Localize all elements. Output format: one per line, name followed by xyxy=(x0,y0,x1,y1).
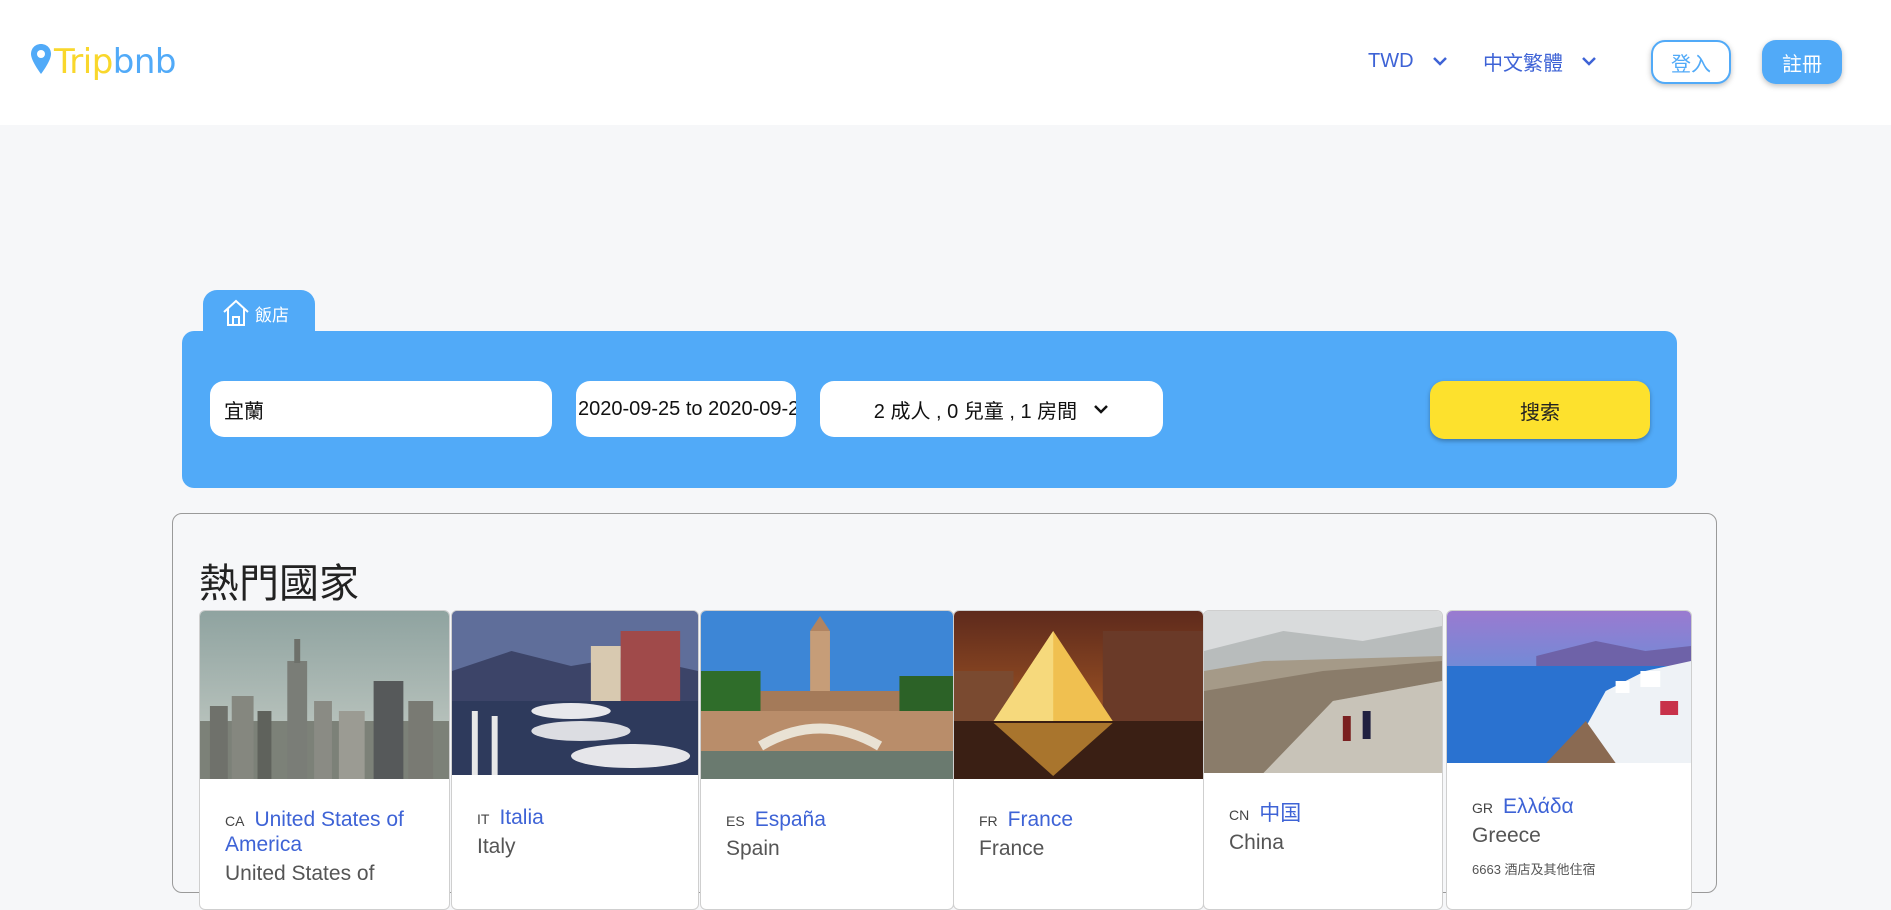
country-code: FR xyxy=(979,813,998,829)
country-card-china[interactable]: CN 中国 China xyxy=(1203,610,1443,910)
country-code: ES xyxy=(726,813,745,829)
country-card-france[interactable]: FR France France xyxy=(953,610,1204,910)
language-value: 中文繁體 xyxy=(1483,52,1563,75)
country-english-name: Greece xyxy=(1472,824,1541,847)
country-code: CN xyxy=(1229,807,1250,823)
louvre-pyramid-image xyxy=(954,611,1203,779)
country-card-greece[interactable]: GR Ελλάδα Greece 6663 酒店及其他住宿 xyxy=(1446,610,1692,910)
home-icon xyxy=(223,299,249,326)
chevron-down-icon xyxy=(1582,57,1596,66)
country-card-italy[interactable]: IT Italia Italy xyxy=(451,610,699,910)
country-english-name: Spain xyxy=(726,837,780,860)
country-card-usa[interactable]: CA United States of America United States… xyxy=(199,610,450,910)
italy-harbor-image xyxy=(452,611,698,775)
country-native-name: United States of America xyxy=(225,808,404,856)
login-button[interactable]: 登入 xyxy=(1651,40,1731,84)
country-code: CA xyxy=(225,813,245,829)
country-native-name: Ελλάδα xyxy=(1503,795,1574,818)
search-panel: 宜蘭 2020-09-25 to 2020-09-2 2 成人 , 0 兒童 ,… xyxy=(182,331,1677,488)
guests-select[interactable]: 2 成人 , 0 兒童 , 1 房間 xyxy=(820,381,1163,437)
country-native-name: 中国 xyxy=(1259,802,1302,825)
country-native-name: France xyxy=(1007,808,1074,831)
tripbnb-logo[interactable]: Trip bnb xyxy=(30,41,177,83)
currency-select[interactable]: TWD xyxy=(1368,46,1448,76)
new-york-skyline-image xyxy=(200,611,449,779)
register-button[interactable]: 註冊 xyxy=(1762,40,1842,84)
currency-value: TWD xyxy=(1368,49,1414,72)
accommodation-count: 6663 酒店及其他住宿 xyxy=(1472,862,1596,877)
guests-value: 2 成人 , 0 兒童 , 1 房間 xyxy=(873,400,1078,423)
chevron-down-icon xyxy=(1432,57,1447,66)
card-body: GR Ελλάδα Greece 6663 酒店及其他住宿 xyxy=(1447,794,1691,878)
country-english-name: China xyxy=(1229,831,1284,854)
country-code: GR xyxy=(1472,800,1493,816)
country-english-name: France xyxy=(979,837,1045,860)
country-english-name: United States of xyxy=(225,862,375,885)
country-code: IT xyxy=(477,811,490,827)
location-input[interactable]: 宜蘭 xyxy=(210,381,552,437)
tab-hotels[interactable]: 飯店 xyxy=(203,290,315,336)
language-select[interactable]: 中文繁體 xyxy=(1483,46,1597,76)
card-body: CN 中国 China xyxy=(1204,801,1442,858)
tab-hotels-label: 飯店 xyxy=(255,305,289,325)
santorini-image xyxy=(1447,611,1691,763)
search-button[interactable]: 搜索 xyxy=(1430,381,1650,439)
card-body: IT Italia Italy xyxy=(452,805,698,862)
country-native-name: España xyxy=(754,808,826,831)
card-body: CA United States of America United States… xyxy=(200,807,449,889)
country-english-name: Italy xyxy=(477,835,516,858)
spain-plaza-image xyxy=(701,611,953,779)
top-header: Trip bnb TWD 中文繁體 登入 註冊 xyxy=(0,0,1891,125)
country-card-spain[interactable]: ES España Spain xyxy=(700,610,954,910)
card-body: ES España Spain xyxy=(701,807,953,864)
popular-countries-section: 熱門國家 CA United States of America United … xyxy=(172,513,1717,910)
great-wall-image xyxy=(1204,611,1442,773)
section-title: 熱門國家 xyxy=(199,561,359,607)
card-body: FR France France xyxy=(954,807,1203,864)
country-native-name: Italia xyxy=(499,806,544,829)
logo-text-trip: Trip xyxy=(54,42,113,82)
logo-text-bnb: bnb xyxy=(112,42,177,82)
date-range-input[interactable]: 2020-09-25 to 2020-09-2 xyxy=(576,381,796,437)
chevron-down-icon xyxy=(1094,405,1109,414)
location-pin-icon xyxy=(31,44,51,74)
